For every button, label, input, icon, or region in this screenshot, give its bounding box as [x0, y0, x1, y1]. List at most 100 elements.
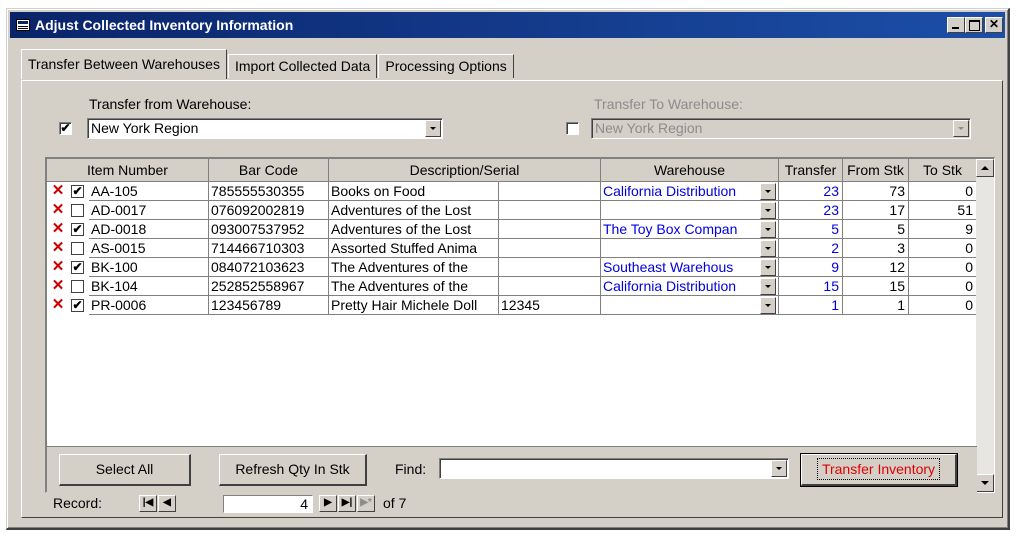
- delete-x-icon[interactable]: ✕: [51, 183, 65, 199]
- table-row[interactable]: ✕ AS-0015 714466710303 Assorted Stuffed Ani…: [47, 239, 977, 258]
- cell-description[interactable]: Adventures of the Lost: [329, 201, 499, 220]
- cell-from-stk[interactable]: 15: [843, 277, 909, 296]
- cell-item-number[interactable]: BK-100: [89, 258, 209, 277]
- refresh-qty-button[interactable]: Refresh Qty In Stk: [219, 454, 367, 486]
- cell-serial[interactable]: [499, 277, 601, 296]
- dropdown-arrow-icon[interactable]: [760, 202, 776, 219]
- transfer-from-combo[interactable]: New York Region: [87, 118, 443, 139]
- column-header-warehouse[interactable]: Warehouse: [601, 159, 779, 182]
- cell-item-number[interactable]: AD-0018: [89, 220, 209, 239]
- column-header-item-number[interactable]: Item Number: [47, 159, 209, 182]
- cell-description[interactable]: Pretty Hair Michele Doll: [329, 296, 499, 315]
- column-header-from-stk[interactable]: From Stk: [843, 159, 909, 182]
- delete-x-icon[interactable]: ✕: [51, 221, 65, 237]
- close-icon[interactable]: ✕: [985, 17, 1003, 33]
- title-bar[interactable]: Adjust Collected Inventory Information ✕: [10, 12, 1005, 38]
- cell-from-stk[interactable]: 1: [843, 296, 909, 315]
- delete-x-icon[interactable]: ✕: [51, 259, 65, 275]
- cell-transfer[interactable]: 1: [779, 296, 843, 315]
- select-all-button[interactable]: Select All: [59, 454, 191, 486]
- find-combo[interactable]: [439, 458, 789, 479]
- cell-from-stk[interactable]: 5: [843, 220, 909, 239]
- cell-warehouse[interactable]: The Toy Box Compan: [601, 220, 779, 239]
- last-record-icon[interactable]: ▶|: [338, 495, 356, 512]
- column-header-description[interactable]: Description/Serial: [329, 159, 601, 182]
- cell-to-stk[interactable]: 0: [909, 182, 977, 201]
- cell-item-number[interactable]: AD-0017: [89, 201, 209, 220]
- dropdown-arrow-icon[interactable]: [760, 183, 776, 200]
- dropdown-arrow-icon[interactable]: [760, 240, 776, 257]
- record-number-input[interactable]: 4: [223, 495, 313, 513]
- cell-bar-code[interactable]: 785555530355: [209, 182, 329, 201]
- cell-transfer[interactable]: 5: [779, 220, 843, 239]
- cell-warehouse[interactable]: [601, 239, 779, 258]
- table-row[interactable]: ✕ ✔ AD-0018 093007537952 Adventures of the L…: [47, 220, 977, 239]
- transfer-inventory-button[interactable]: Transfer Inventory: [800, 453, 958, 487]
- cell-transfer[interactable]: 2: [779, 239, 843, 258]
- cell-description[interactable]: Assorted Stuffed Anima: [329, 239, 499, 258]
- transfer-from-checkbox[interactable]: ✔: [59, 122, 72, 135]
- minimize-icon[interactable]: [947, 17, 965, 33]
- tab-import-collected-data[interactable]: Import Collected Data: [227, 54, 378, 78]
- cell-bar-code[interactable]: 084072103623: [209, 258, 329, 277]
- cell-from-stk[interactable]: 73: [843, 182, 909, 201]
- cell-transfer[interactable]: 15: [779, 277, 843, 296]
- row-select-checkbox[interactable]: [71, 242, 84, 255]
- delete-x-icon[interactable]: ✕: [51, 297, 65, 313]
- cell-bar-code[interactable]: 123456789: [209, 296, 329, 315]
- prev-record-icon[interactable]: ◀: [158, 495, 176, 512]
- form-icon[interactable]: [16, 19, 30, 31]
- cell-serial[interactable]: [499, 258, 601, 277]
- grid-vertical-scrollbar[interactable]: [976, 159, 994, 492]
- delete-x-icon[interactable]: ✕: [51, 240, 65, 256]
- table-row[interactable]: ✕ BK-104 252852558967 The Adventures of the…: [47, 277, 977, 296]
- transfer-to-combo[interactable]: New York Region: [591, 118, 971, 139]
- delete-x-icon[interactable]: ✕: [51, 278, 65, 294]
- dropdown-arrow-icon[interactable]: [760, 259, 776, 276]
- cell-description[interactable]: Adventures of the Lost: [329, 220, 499, 239]
- cell-from-stk[interactable]: 12: [843, 258, 909, 277]
- cell-to-stk[interactable]: 0: [909, 258, 977, 277]
- scroll-down-icon[interactable]: [976, 474, 994, 492]
- cell-to-stk[interactable]: 9: [909, 220, 977, 239]
- dropdown-arrow-icon[interactable]: [953, 120, 969, 137]
- cell-item-number[interactable]: PR-0006: [89, 296, 209, 315]
- maximize-icon[interactable]: [965, 17, 983, 33]
- column-header-to-stk[interactable]: To Stk: [909, 159, 977, 182]
- cell-item-number[interactable]: AS-0015: [89, 239, 209, 258]
- table-row[interactable]: ✕ ✔ AA-105 785555530355 Books on Food Califor…: [47, 182, 977, 201]
- tab-transfer-between-warehouses[interactable]: Transfer Between Warehouses: [21, 49, 227, 79]
- cell-to-stk[interactable]: 0: [909, 277, 977, 296]
- cell-serial[interactable]: [499, 201, 601, 220]
- new-record-icon[interactable]: ▶*: [357, 495, 375, 512]
- dropdown-arrow-icon[interactable]: [760, 278, 776, 295]
- cell-description[interactable]: The Adventures of the: [329, 277, 499, 296]
- cell-warehouse[interactable]: Southeast Warehous: [601, 258, 779, 277]
- cell-bar-code[interactable]: 252852558967: [209, 277, 329, 296]
- column-header-transfer[interactable]: Transfer: [779, 159, 843, 182]
- cell-item-number[interactable]: BK-104: [89, 277, 209, 296]
- cell-warehouse[interactable]: [601, 201, 779, 220]
- row-select-checkbox[interactable]: [71, 280, 84, 293]
- cell-transfer[interactable]: 23: [779, 201, 843, 220]
- row-select-checkbox[interactable]: ✔: [71, 261, 84, 274]
- cell-to-stk[interactable]: 0: [909, 296, 977, 315]
- cell-warehouse[interactable]: [601, 296, 779, 315]
- row-select-checkbox[interactable]: [71, 204, 84, 217]
- cell-warehouse[interactable]: California Distribution: [601, 182, 779, 201]
- cell-to-stk[interactable]: 51: [909, 201, 977, 220]
- cell-serial[interactable]: [499, 182, 601, 201]
- first-record-icon[interactable]: |◀: [139, 495, 157, 512]
- cell-from-stk[interactable]: 3: [843, 239, 909, 258]
- cell-description[interactable]: The Adventures of the: [329, 258, 499, 277]
- dropdown-arrow-icon[interactable]: [425, 120, 441, 137]
- scroll-up-icon[interactable]: [976, 159, 994, 177]
- dropdown-arrow-icon[interactable]: [760, 297, 776, 314]
- cell-item-number[interactable]: AA-105: [89, 182, 209, 201]
- table-row[interactable]: ✕ ✔ PR-0006 123456789 Pretty Hair Michele Do…: [47, 296, 977, 315]
- tab-processing-options[interactable]: Processing Options: [378, 54, 514, 78]
- dropdown-arrow-icon[interactable]: [760, 221, 776, 238]
- cell-serial[interactable]: [499, 220, 601, 239]
- transfer-to-checkbox[interactable]: [566, 122, 579, 135]
- row-select-checkbox[interactable]: ✔: [71, 223, 84, 236]
